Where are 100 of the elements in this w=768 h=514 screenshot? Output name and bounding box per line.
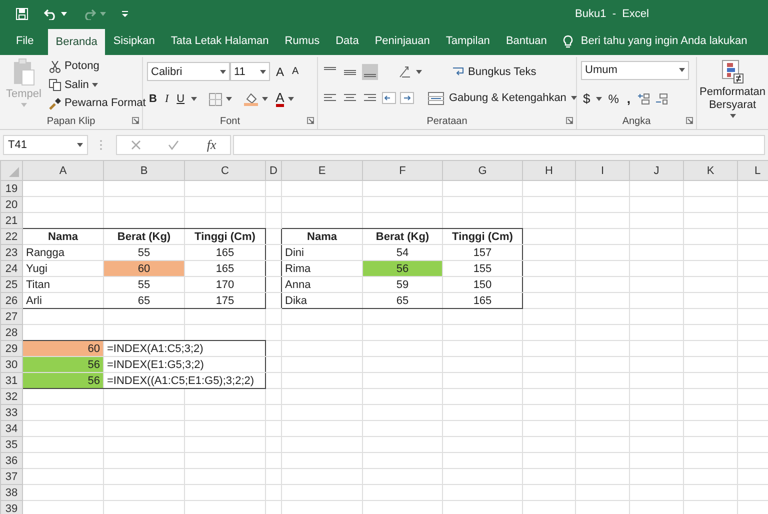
- ribbon-tab[interactable]: Peninjauan: [366, 28, 438, 55]
- caret-icon: [262, 97, 268, 101]
- row-header[interactable]: 35: [0, 436, 22, 452]
- name-box[interactable]: T41: [3, 135, 88, 155]
- underline-button[interactable]: U: [174, 90, 187, 108]
- ribbon-tab[interactable]: Data: [328, 28, 367, 55]
- table-cell: Arli: [22, 292, 104, 308]
- ribbon-tab[interactable]: Sisipkan: [105, 28, 163, 55]
- insert-function-button[interactable]: fx: [206, 135, 216, 155]
- bottom-align-icon[interactable]: [362, 64, 378, 80]
- undo-icon[interactable]: [44, 8, 57, 20]
- conditional-formatting-icon: [722, 60, 744, 84]
- row-header[interactable]: 24: [0, 260, 22, 276]
- ribbon-tab[interactable]: Tampilan: [438, 28, 498, 55]
- copy-button[interactable]: Salin: [47, 76, 148, 94]
- table-cell: Tinggi (Cm): [184, 228, 266, 244]
- font-family-dropdown[interactable]: Calibri: [147, 62, 230, 82]
- decrease-decimal-icon[interactable]: [654, 92, 669, 104]
- decrease-indent-icon[interactable]: [382, 91, 396, 106]
- borders-icon[interactable]: [208, 92, 222, 106]
- row-header[interactable]: 21: [0, 212, 22, 228]
- font-size-dropdown[interactable]: 11: [230, 62, 270, 82]
- column-header[interactable]: I: [576, 160, 630, 180]
- table-cell: 65: [104, 292, 184, 308]
- increase-indent-icon[interactable]: [400, 91, 414, 106]
- customize-icon[interactable]: [122, 11, 128, 17]
- window-title: Buku1 - Excel: [575, 6, 649, 22]
- wrap-text-button[interactable]: Bungkus Teks: [450, 62, 538, 81]
- row-header[interactable]: 36: [0, 452, 22, 468]
- column-header[interactable]: H: [522, 160, 576, 180]
- ribbon-tab[interactable]: File: [8, 28, 42, 55]
- dialog-launcher-icon[interactable]: [307, 117, 314, 124]
- table-cell: Dini: [282, 244, 362, 260]
- decrease-font-size-button[interactable]: A: [290, 63, 301, 80]
- row-header[interactable]: 23: [0, 244, 22, 260]
- column-header[interactable]: B: [104, 160, 184, 180]
- table-cell: Tinggi (Cm): [442, 228, 522, 244]
- formula-input[interactable]: [233, 135, 765, 155]
- bold-button[interactable]: B: [147, 90, 159, 108]
- dialog-launcher-icon[interactable]: [566, 117, 573, 124]
- group-label: Papan Klip: [46, 114, 96, 128]
- row-header[interactable]: 19: [0, 180, 22, 196]
- merge-cells-icon: [428, 92, 444, 105]
- row-header[interactable]: 30: [0, 356, 22, 372]
- row-header[interactable]: 33: [0, 404, 22, 420]
- row-header[interactable]: 37: [0, 468, 22, 484]
- dialog-launcher-icon[interactable]: [686, 117, 693, 124]
- row-header[interactable]: 31: [0, 372, 22, 388]
- percent-button[interactable]: %: [606, 88, 621, 108]
- copy-icon: [49, 79, 62, 91]
- column-header[interactable]: C: [184, 160, 266, 180]
- column-header[interactable]: D: [266, 160, 282, 180]
- column-header[interactable]: F: [362, 160, 442, 180]
- merge-center-button[interactable]: Gabung & Ketengahkan: [426, 89, 580, 108]
- comma-style-button[interactable]: ,: [624, 88, 633, 110]
- table-cell: 165: [184, 244, 266, 260]
- clipboard-icon: [12, 58, 36, 86]
- column-header[interactable]: J: [630, 160, 684, 180]
- conditional-formatting-button[interactable]: Pemformatan Bersyarat: [696, 59, 768, 119]
- caret-icon: [100, 12, 106, 16]
- row-header[interactable]: 22: [0, 228, 22, 244]
- fill-color-icon[interactable]: [244, 92, 258, 106]
- row-header[interactable]: 39: [0, 500, 22, 514]
- increase-font-size-button[interactable]: A: [274, 62, 286, 82]
- row-header[interactable]: 29: [0, 340, 22, 356]
- group-label: Perataan: [426, 114, 468, 128]
- format-painter-button[interactable]: Pewarna Format: [47, 94, 148, 113]
- save-icon[interactable]: [16, 8, 28, 20]
- row-header[interactable]: 32: [0, 388, 22, 404]
- caret-icon: [679, 68, 685, 72]
- dialog-launcher-icon[interactable]: [132, 117, 139, 124]
- caret-icon: [571, 96, 578, 100]
- column-header[interactable]: E: [282, 160, 362, 180]
- row-header[interactable]: 26: [0, 292, 22, 308]
- search-prompt[interactable]: Beri tahu yang ingin Anda lakukan: [580, 33, 748, 50]
- checkmark-icon[interactable]: [168, 140, 180, 150]
- row-header[interactable]: 20: [0, 196, 22, 212]
- column-header[interactable]: L: [738, 160, 768, 180]
- increase-decimal-icon[interactable]: [636, 92, 651, 104]
- orientation-icon[interactable]: [398, 64, 412, 79]
- font-color-button[interactable]: A: [276, 92, 284, 106]
- table-cell: Nama: [22, 228, 104, 244]
- number-format-dropdown[interactable]: Umum: [581, 60, 689, 80]
- column-header[interactable]: K: [684, 160, 738, 180]
- ribbon-tab[interactable]: Rumus: [276, 28, 328, 55]
- column-header[interactable]: G: [442, 160, 522, 180]
- italic-button[interactable]: I: [162, 90, 171, 108]
- row-header[interactable]: 27: [0, 308, 22, 324]
- ribbon-tab[interactable]: Bantuan: [498, 28, 555, 55]
- row-header[interactable]: 28: [0, 324, 22, 340]
- row-header[interactable]: 38: [0, 484, 22, 500]
- table-cell: 56: [22, 372, 104, 388]
- row-header[interactable]: 34: [0, 420, 22, 436]
- column-header[interactable]: A: [22, 160, 104, 180]
- cut-button[interactable]: Potong: [47, 57, 148, 76]
- ribbon-tab[interactable]: Tata Letak Halaman: [162, 28, 277, 55]
- currency-button[interactable]: $: [581, 88, 592, 110]
- ribbon-tab[interactable]: Beranda: [48, 29, 106, 56]
- table-cell: 56: [362, 260, 442, 276]
- row-header[interactable]: 25: [0, 276, 22, 292]
